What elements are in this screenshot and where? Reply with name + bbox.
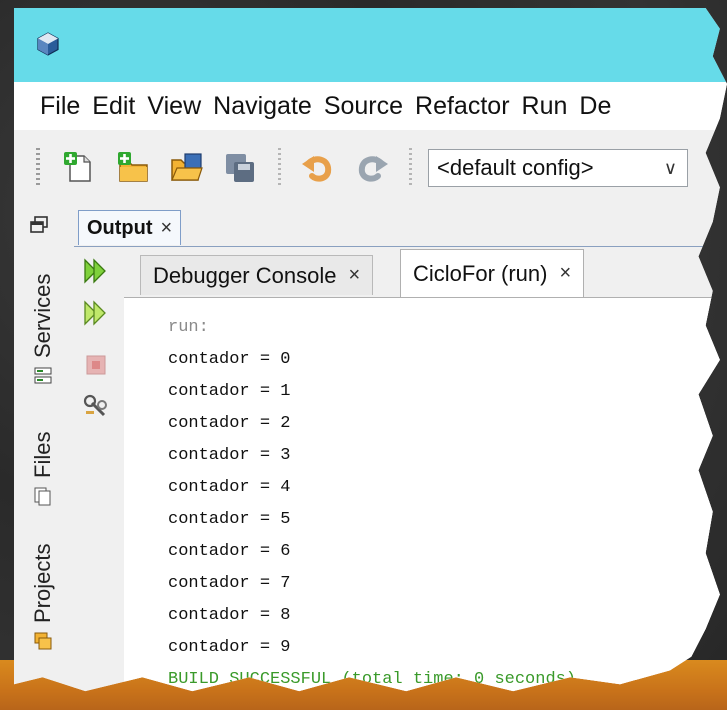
toolbar-grip[interactable] [36, 148, 40, 188]
menu-edit[interactable]: Edit [86, 92, 141, 121]
undo-icon[interactable] [300, 150, 336, 186]
output-actions [74, 247, 124, 692]
side-tab-files[interactable]: Files [30, 432, 56, 506]
console-line: contador = 7 [168, 574, 291, 593]
settings-tools-icon[interactable] [82, 393, 110, 421]
console-line: contador = 4 [168, 478, 291, 497]
output-panel-header: Output × [74, 206, 727, 247]
toolbar-separator [278, 148, 281, 188]
side-tab-services[interactable]: Services [30, 274, 56, 386]
menu-source[interactable]: Source [318, 92, 409, 121]
console-line: contador = 3 [168, 446, 291, 465]
menu-navigate[interactable]: Navigate [207, 92, 318, 121]
close-icon[interactable]: × [161, 217, 173, 240]
console-tab-row: Debugger Console × CicloFor (run) × [124, 247, 727, 297]
console-line: run: [168, 318, 209, 337]
projects-icon [34, 632, 52, 650]
config-select[interactable]: <default config> ∨ [428, 149, 688, 187]
toolbar: <default config> ∨ [14, 130, 727, 206]
tab-debugger-console[interactable]: Debugger Console × [140, 255, 374, 295]
config-select-value: <default config> [437, 155, 594, 180]
tab-label: Debugger Console [153, 262, 337, 288]
menu-refactor[interactable]: Refactor [409, 92, 515, 121]
title-bar[interactable] [14, 8, 727, 82]
menu-file[interactable]: File [34, 92, 86, 121]
console-output[interactable]: run: contador = 0 contador = 1 contador … [124, 297, 727, 692]
console-line: contador = 6 [168, 542, 291, 561]
console-area: Debugger Console × CicloFor (run) × run:… [124, 247, 727, 692]
save-all-icon[interactable] [223, 150, 259, 186]
side-tab-projects[interactable]: Projects [30, 544, 56, 651]
console-line: contador = 9 [168, 638, 291, 657]
side-tab-label: Files [30, 431, 55, 478]
left-side-panel: Services Files Projects [14, 206, 75, 692]
console-line: contador = 8 [168, 606, 291, 625]
console-line: contador = 0 [168, 350, 291, 369]
console-line: contador = 5 [168, 510, 291, 529]
netbeans-cube-icon [37, 32, 59, 56]
close-icon[interactable]: × [348, 264, 360, 287]
side-tab-label: Projects [30, 543, 55, 623]
console-line: contador = 2 [168, 414, 291, 433]
services-icon [34, 367, 52, 384]
files-icon [34, 487, 51, 506]
stop-icon[interactable] [82, 351, 110, 379]
chevron-down-icon: ∨ [663, 157, 677, 178]
side-tab-label: Services [30, 273, 55, 358]
menu-run[interactable]: Run [516, 92, 574, 121]
menu-debug[interactable]: De [573, 92, 617, 121]
menu-bar: File Edit View Navigate Source Refactor … [14, 82, 727, 130]
rerun-with-params-icon[interactable] [82, 299, 110, 327]
tab-output-label: Output [87, 216, 153, 239]
ide-window: File Edit View Navigate Source Refactor … [14, 8, 727, 692]
tab-label: CicloFor (run) [413, 260, 548, 286]
menu-view[interactable]: View [141, 92, 207, 121]
close-icon[interactable]: × [559, 262, 571, 285]
redo-icon[interactable] [354, 150, 390, 186]
rerun-icon[interactable] [82, 257, 110, 285]
toolbar-separator [409, 148, 412, 188]
open-project-icon[interactable] [169, 150, 205, 186]
tab-ciclofor-run[interactable]: CicloFor (run) × [400, 249, 585, 297]
restore-window-icon[interactable] [28, 214, 50, 236]
console-line: contador = 1 [168, 382, 291, 401]
new-project-icon[interactable] [115, 150, 151, 186]
new-file-icon[interactable] [61, 150, 97, 186]
tab-output[interactable]: Output × [78, 210, 182, 245]
